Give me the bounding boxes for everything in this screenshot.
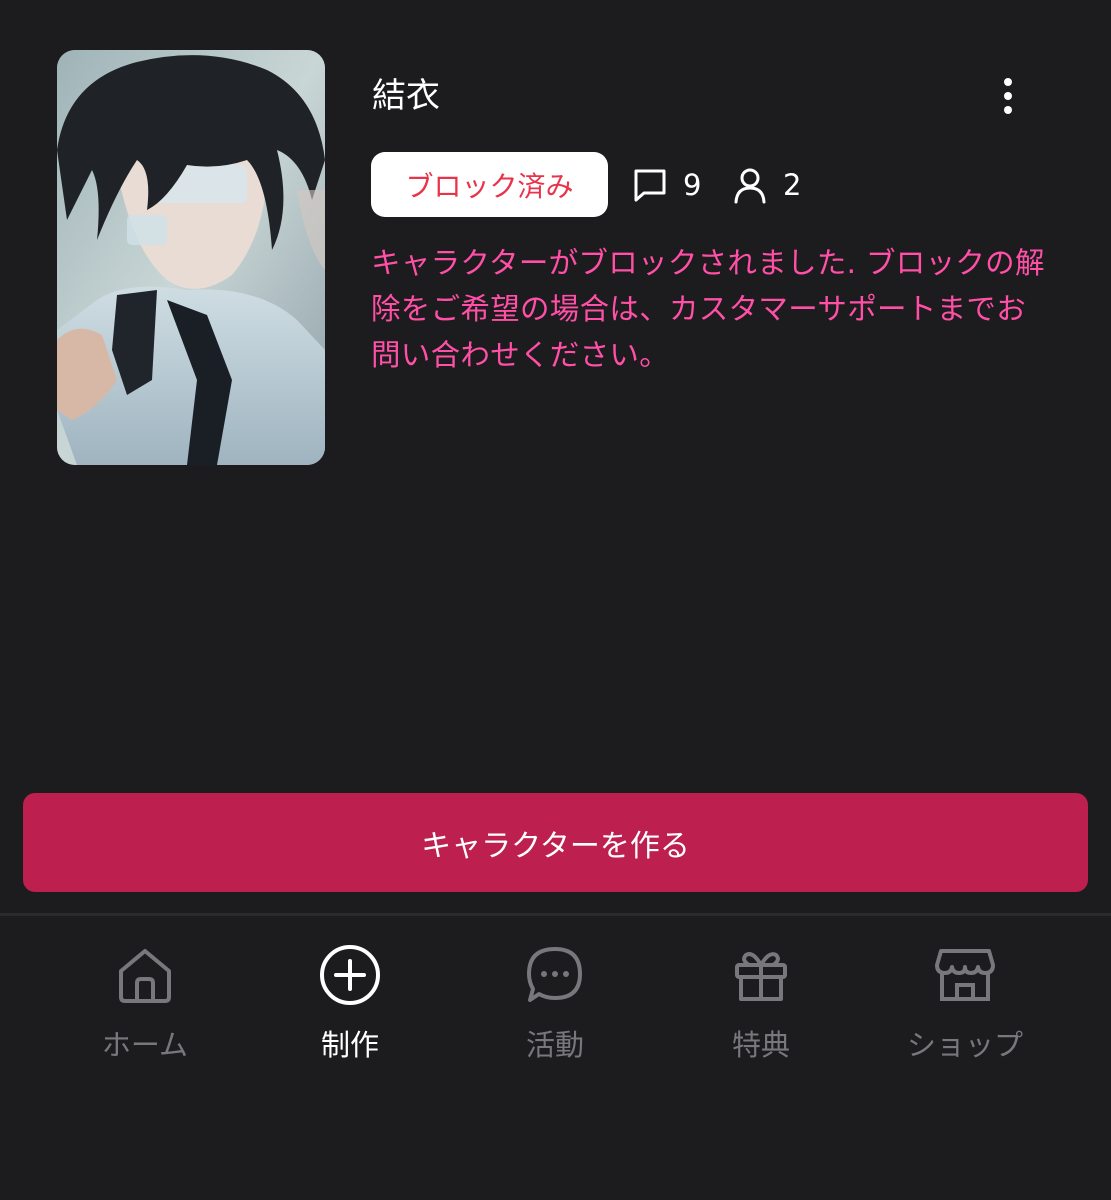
tab-perks[interactable]: 特典 xyxy=(671,942,851,1064)
blocked-notice: キャラクターがブロックされました. ブロックの解除をご希望の場合は、カスタマーサ… xyxy=(371,246,1045,372)
tab-activity[interactable]: 活動 xyxy=(465,942,645,1064)
tab-create[interactable]: 制作 xyxy=(260,942,440,1064)
blocked-status-badge: ブロック済み xyxy=(371,152,608,217)
user-count: 2 xyxy=(731,160,801,210)
character-name: 結衣 xyxy=(372,76,440,116)
tab-home[interactable]: ホーム xyxy=(55,942,235,1064)
create-character-button[interactable]: キャラクターを作る xyxy=(23,793,1088,892)
user-icon xyxy=(734,168,766,204)
tab-shop[interactable]: ショップ xyxy=(875,942,1055,1064)
user-count-value: 2 xyxy=(783,168,802,202)
plus-circle-icon xyxy=(317,942,383,1008)
chat-bubble-icon xyxy=(522,942,588,1008)
character-card: 結衣 ブロック済み 9 2 キャラクターがブロックされました. ブロックの解除を… xyxy=(0,0,1111,520)
chat-count-value: 9 xyxy=(683,168,702,202)
character-thumbnail[interactable] xyxy=(57,50,325,465)
more-options-button[interactable] xyxy=(988,72,1028,120)
more-vertical-icon xyxy=(1004,78,1012,114)
home-icon xyxy=(112,942,178,1008)
tab-shop-label: ショップ xyxy=(906,1028,1023,1062)
tab-activity-label: 活動 xyxy=(525,1028,584,1062)
chat-icon xyxy=(634,169,666,202)
tab-perks-label: 特典 xyxy=(731,1028,790,1062)
chat-count: 9 xyxy=(631,160,701,210)
tab-create-label: 制作 xyxy=(320,1028,379,1062)
bottom-tab-bar: ホーム 制作 活動 特典 ショップ xyxy=(0,916,1111,1200)
gift-icon xyxy=(728,942,794,1008)
character-illustration xyxy=(57,50,325,465)
tab-home-label: ホーム xyxy=(101,1028,189,1062)
store-icon xyxy=(932,942,998,1008)
